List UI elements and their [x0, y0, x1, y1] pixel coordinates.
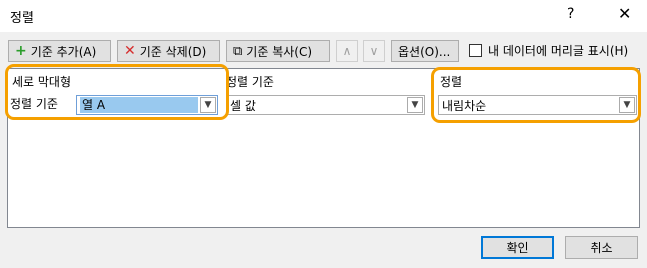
ok-button[interactable]: 확인	[481, 236, 554, 259]
has-header-label: 내 데이터에 머리글 표시(H)	[488, 44, 629, 58]
help-button[interactable]: ?	[567, 6, 574, 22]
chevron-up-icon: ∧	[342, 44, 352, 58]
sort-on-select[interactable]: 셀 값 ▼	[226, 95, 425, 115]
checkbox-box[interactable]	[469, 44, 482, 57]
chevron-down-icon[interactable]: ▼	[407, 97, 423, 113]
copy-icon: ⧉	[233, 43, 243, 59]
close-button[interactable]: ✕	[618, 4, 631, 23]
has-header-checkbox[interactable]: 내 데이터에 머리글 표시(H)	[469, 42, 628, 59]
move-up-button[interactable]: ∧	[336, 40, 358, 62]
move-down-button[interactable]: ∨	[363, 40, 385, 62]
sort-on-value: 셀 값	[230, 98, 256, 113]
order-select[interactable]: 내림차순 ▼	[438, 95, 637, 115]
delete-icon: ✕	[124, 43, 136, 59]
cancel-button[interactable]: 취소	[565, 236, 638, 259]
delete-level-button[interactable]: ✕ 기준 삭제(D)	[117, 40, 220, 62]
sort-dialog: 정렬 ? ✕ + 기준 추가(A) ✕ 기준 삭제(D) ⧉ 기준 복사(C) …	[0, 0, 647, 268]
column-select[interactable]: 열 A ▼	[76, 95, 218, 115]
add-level-button[interactable]: + 기준 추가(A)	[8, 40, 111, 62]
chevron-down-icon[interactable]: ▼	[619, 97, 635, 113]
column-header: 세로 막대형	[12, 75, 72, 89]
plus-icon: +	[15, 43, 27, 59]
dialog-title: 정렬	[10, 11, 34, 26]
title-bar: 정렬 ? ✕	[0, 0, 647, 32]
options-button[interactable]: 옵션(O)...	[391, 40, 459, 62]
sort-on-header: 정렬 기준	[226, 75, 274, 89]
toolbar: + 기준 추가(A) ✕ 기준 삭제(D) ⧉ 기준 복사(C) ∧ ∨ 옵션(…	[0, 40, 647, 64]
sort-by-label: 정렬 기준	[10, 97, 58, 111]
order-header: 정렬	[440, 75, 463, 89]
sort-levels-grid: 세로 막대형 정렬 기준 정렬 정렬 기준 열 A ▼ 셀 값 ▼ 내림차순 ▼	[7, 68, 640, 228]
order-value: 내림차순	[442, 98, 487, 113]
column-select-value: 열 A	[80, 97, 198, 113]
chevron-down-icon: ∨	[369, 44, 379, 58]
copy-level-button[interactable]: ⧉ 기준 복사(C)	[226, 40, 330, 62]
chevron-down-icon[interactable]: ▼	[200, 97, 216, 113]
